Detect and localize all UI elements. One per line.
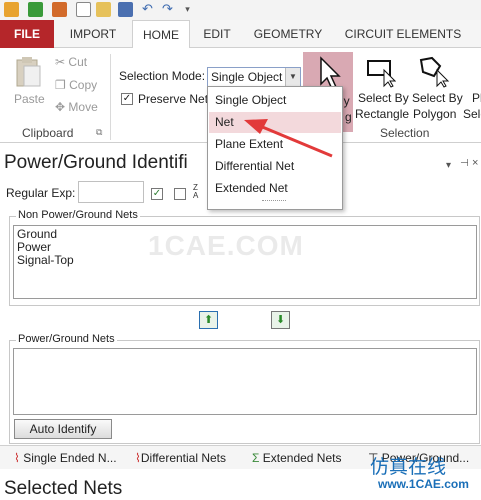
- selection-mode-label: Selection Mode:: [119, 69, 206, 83]
- extended-net-icon: Σ: [252, 451, 260, 465]
- move-up-button[interactable]: ⬆: [199, 311, 218, 329]
- open-folder-icon[interactable]: [96, 2, 111, 17]
- tab-geometry[interactable]: GEOMETRY: [248, 20, 328, 48]
- redo-icon[interactable]: ↷: [160, 2, 175, 17]
- select-rectangle-label-2[interactable]: Rectangle: [355, 107, 409, 121]
- dropdown-icon[interactable]: ▾: [180, 2, 195, 17]
- selected-nets-title: Selected Nets: [4, 478, 123, 499]
- app-logo-icon[interactable]: [4, 2, 19, 17]
- tab-label: Extended Nets: [262, 451, 342, 465]
- dialog-launcher-icon[interactable]: ⧉: [96, 127, 102, 138]
- paste-button[interactable]: Paste: [14, 92, 45, 106]
- pg-nets-title: Power/Ground Nets: [16, 333, 117, 345]
- non-pg-nets-title: Non Power/Ground Nets: [16, 209, 140, 221]
- corner-watermark: 仿真在线 www.1CAE.com: [368, 452, 481, 492]
- copy-label: Copy: [69, 78, 98, 92]
- tab-differential-nets[interactable]: ⌇Differential Nets: [135, 451, 226, 465]
- wrench-icon[interactable]: [52, 2, 67, 17]
- chevron-down-icon[interactable]: ▼: [285, 68, 300, 86]
- clipped-button-label-2[interactable]: Sele: [463, 107, 481, 121]
- quick-access-toolbar: ↶ ↷ ▾: [0, 0, 481, 20]
- tab-label: Differential Nets: [140, 451, 227, 465]
- single-net-icon: ⌇: [14, 451, 20, 465]
- paste-icon[interactable]: [14, 56, 44, 88]
- regex-checkbox[interactable]: [174, 188, 186, 200]
- cut-label: Cut: [68, 55, 88, 69]
- dropdown-item-single-object[interactable]: Single Object: [209, 90, 341, 111]
- tab-file[interactable]: FILE: [0, 20, 54, 48]
- select-polygon-label-2[interactable]: Polygon: [413, 107, 456, 121]
- sort-az-icon[interactable]: ZA: [193, 184, 198, 200]
- move-label: Move: [68, 100, 98, 114]
- panel-title: Power/Ground Identifi: [4, 152, 188, 173]
- selection-group-label: Selection: [380, 126, 430, 140]
- preserve-net-checkbox[interactable]: ✓: [121, 93, 133, 105]
- scissors-icon: ✂: [55, 55, 66, 69]
- select-polygon-icon[interactable]: [418, 56, 450, 91]
- import-icon[interactable]: [28, 2, 43, 17]
- tab-circuit-elements[interactable]: CIRCUIT ELEMENTS: [340, 20, 466, 48]
- select-partial-label-2: g: [345, 110, 352, 124]
- selection-mode-value: Single Object: [211, 70, 283, 84]
- new-file-icon[interactable]: [76, 2, 91, 17]
- watermark-cn: 仿真在线: [370, 456, 447, 478]
- dropdown-item-extended-net[interactable]: Extended Net: [209, 178, 341, 199]
- cut-button[interactable]: ✂ Cut: [55, 55, 87, 69]
- resize-grip[interactable]: [262, 200, 286, 201]
- clipped-button-label-1[interactable]: Pl: [472, 91, 481, 105]
- preserve-net-label: Preserve Net: [138, 92, 209, 106]
- tab-extended-nets[interactable]: Σ Extended Nets: [252, 451, 341, 465]
- move-button[interactable]: ✥ Move: [55, 100, 98, 114]
- clipboard-group-label: Clipboard: [22, 126, 74, 140]
- watermark-url: www.1CAE.com: [378, 477, 469, 491]
- save-icon[interactable]: [118, 2, 133, 17]
- select-rectangle-label-1[interactable]: Select By: [358, 91, 409, 105]
- arrow-down-icon: ⬇: [275, 314, 286, 326]
- selection-mode-combo[interactable]: Single Object ▼: [207, 67, 301, 87]
- ribbon-separator: [110, 54, 111, 140]
- tab-overflow[interactable]: [470, 20, 481, 48]
- move-down-button[interactable]: ⬇: [271, 311, 290, 329]
- select-rectangle-icon[interactable]: [366, 58, 397, 91]
- watermark: 1CAE.COM: [148, 230, 304, 261]
- undo-icon[interactable]: ↶: [140, 2, 155, 17]
- regex-checkbox-checked[interactable]: ✓: [151, 188, 163, 200]
- select-polygon-label-1[interactable]: Select By: [412, 91, 463, 105]
- pin-icon[interactable]: ⊣: [460, 158, 469, 169]
- arrow-up-icon: ⬆: [203, 314, 214, 326]
- regex-label: Regular Exp:: [6, 186, 76, 200]
- tab-import[interactable]: IMPORT: [62, 20, 124, 48]
- tab-label: Single Ended N...: [23, 451, 117, 465]
- auto-identify-button[interactable]: Auto Identify: [14, 419, 112, 439]
- ribbon-tabs: FILE IMPORT HOME EDIT GEOMETRY CIRCUIT E…: [0, 20, 481, 49]
- move-icon: ✥: [55, 100, 66, 114]
- panel-dropdown-icon[interactable]: ▾: [446, 160, 451, 171]
- copy-button[interactable]: ❐ Copy: [55, 78, 97, 92]
- tab-edit[interactable]: EDIT: [196, 20, 238, 48]
- close-icon[interactable]: ×: [472, 157, 478, 169]
- tab-single-ended-nets[interactable]: ⌇ Single Ended N...: [14, 451, 117, 465]
- copy-icon: ❐: [55, 78, 66, 92]
- tab-home[interactable]: HOME: [132, 20, 190, 49]
- regex-input[interactable]: [78, 181, 144, 203]
- pg-nets-list[interactable]: [13, 348, 477, 415]
- annotation-arrow-icon: [244, 119, 333, 158]
